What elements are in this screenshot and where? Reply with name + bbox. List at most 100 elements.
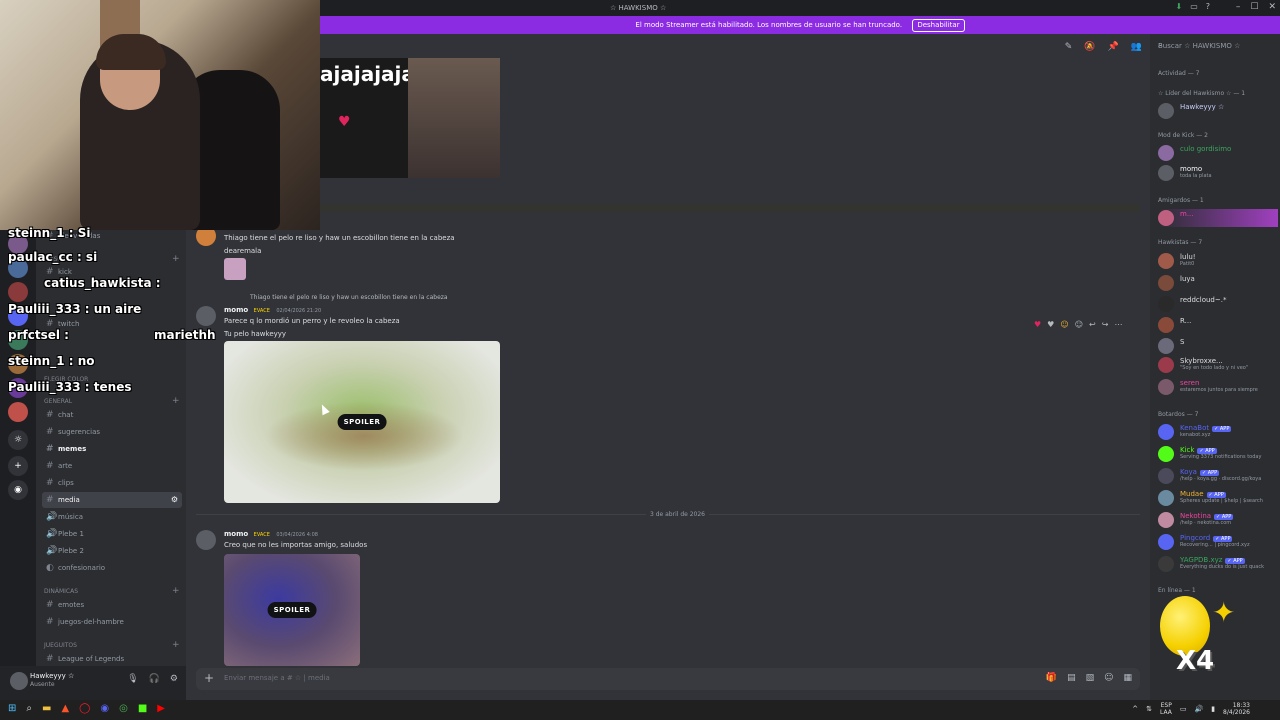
message-text: Creo que no les importas amigo, saludos	[224, 541, 368, 549]
discord-logo-icon[interactable]: ☼	[8, 430, 28, 450]
stream-chat-overlay: steinn_1 : Si paulac_cc : si catius_hawk…	[4, 224, 224, 404]
more-icon[interactable]: ⋯	[1114, 320, 1122, 329]
browser-icon[interactable]: ▲	[61, 703, 69, 714]
member-item[interactable]: S	[1158, 337, 1278, 355]
update-icon[interactable]: ⬇	[1175, 2, 1182, 11]
network-icon[interactable]: ⇅	[1146, 705, 1152, 713]
channel-header-icons: ✎ 🔕 📌 👥	[1065, 42, 1142, 52]
gif-icon[interactable]: ▤	[1067, 673, 1076, 683]
member-item[interactable]: luya	[1158, 274, 1278, 292]
heart-reaction-icon[interactable]: ♥	[1047, 320, 1054, 329]
message-author[interactable]: momo EVACE 02/04/2026 21:20	[224, 306, 321, 314]
youtube-icon[interactable]: ▶	[157, 703, 165, 714]
disable-streamer-button[interactable]: Deshabilitar	[912, 19, 965, 32]
threads-icon[interactable]: ✎	[1065, 42, 1073, 52]
windows-start-icon[interactable]: ⊞	[8, 703, 16, 714]
channel-plebe-2[interactable]: 🔊Plebe 2	[42, 543, 182, 559]
maximize-button[interactable]: ☐	[1250, 2, 1258, 12]
volume-icon[interactable]: 🔊	[1194, 705, 1203, 713]
star-icon: ✦	[1212, 596, 1236, 629]
spoiler-image[interactable]: SPOILER	[224, 341, 500, 503]
attach-plus-icon[interactable]: +	[204, 671, 214, 685]
notifications-muted-icon[interactable]: 🔕	[1084, 42, 1095, 52]
add-reaction-icon[interactable]: ☺	[1075, 320, 1083, 329]
search-input[interactable]: Buscar ☆ HAWKISMO ☆ ⌕	[1150, 40, 1280, 54]
member-item[interactable]: m...	[1158, 209, 1278, 227]
server-icon[interactable]	[8, 402, 28, 422]
inbox-icon[interactable]: ▭	[1190, 2, 1198, 11]
clock[interactable]: 18:33 8/4/2026	[1223, 702, 1250, 716]
channel-musica[interactable]: 🔊música	[42, 509, 182, 525]
member-item[interactable]: reddcloud~.*	[1158, 295, 1278, 313]
headphones-icon[interactable]: 🎧	[149, 674, 160, 684]
pin-icon[interactable]: 📌	[1108, 42, 1119, 52]
member-item[interactable]: Mudae ✓ APP Spheres update | $help | $sear…	[1158, 489, 1278, 507]
member-item[interactable]: Pingcord ✓ APP Recovering... | pingcord.xy…	[1158, 533, 1278, 551]
language-indicator[interactable]: ESP LAA	[1160, 702, 1172, 716]
close-button[interactable]: ✕	[1268, 2, 1276, 12]
channel-arte[interactable]: # arte	[42, 458, 182, 474]
message-author[interactable]: momo EVACE 03/04/2026 4:08	[224, 530, 318, 538]
monitor-icon[interactable]: ▭	[1180, 705, 1187, 713]
discord-icon[interactable]: ◉	[100, 703, 109, 714]
channel-sugerencias[interactable]: # sugerencias	[42, 424, 182, 440]
member-item[interactable]: R...	[1158, 316, 1278, 334]
member-item[interactable]: seren estaremos juntos para siempre	[1158, 378, 1278, 396]
hash-icon: #	[46, 617, 54, 627]
chrome-icon[interactable]: ◎	[119, 703, 128, 714]
mute-mic-icon[interactable]: 🎙	[127, 674, 138, 684]
avatar[interactable]	[196, 530, 216, 550]
member-item[interactable]: Nekotina ✓ APP/help · nekotina.com	[1158, 511, 1278, 529]
channel-clips[interactable]: # clips	[42, 475, 182, 491]
help-icon[interactable]: ?	[1206, 2, 1210, 11]
member-item[interactable]: YAGPDB.xyz ✓ APP Everything ducks do is ju…	[1158, 555, 1278, 573]
member-item[interactable]: Hawkeyyy ☆	[1158, 102, 1278, 120]
channel-juegos-del-hambre[interactable]: # juegos-del-hambre	[42, 614, 182, 630]
category-dinamicas[interactable]: DINÁMICAS +	[44, 586, 180, 596]
emoji-icon[interactable]: ☺	[1104, 673, 1113, 683]
member-item[interactable]: momo toda la plata	[1158, 164, 1278, 182]
member-item[interactable]: KenaBot ✓ APP kenabot.xyz	[1158, 423, 1278, 441]
heart-reaction-icon[interactable]: ♥	[1034, 320, 1041, 329]
apps-icon[interactable]: ▦	[1123, 673, 1132, 683]
opera-icon[interactable]: ◯	[79, 703, 90, 714]
spoiler-image[interactable]: SPOILER	[224, 554, 360, 666]
embedded-image[interactable]: ajajajaja ♥	[320, 58, 500, 178]
chevron-up-icon[interactable]: ^	[1132, 705, 1138, 713]
minimize-button[interactable]: –	[1236, 2, 1241, 12]
kick-icon[interactable]: ■	[138, 703, 147, 714]
explore-icon[interactable]: ◉	[8, 480, 28, 500]
member-item[interactable]: Kick ✓ APP Serving 3373 notifications toda…	[1158, 445, 1278, 463]
settings-gear-icon[interactable]: ⚙	[170, 674, 178, 684]
emoji-reaction-icon[interactable]: ☺	[1060, 320, 1068, 329]
channel-memes[interactable]: # memes	[42, 441, 182, 457]
forward-icon[interactable]: ↪	[1102, 320, 1109, 329]
member-item[interactable]: lulu! Patit0	[1158, 252, 1278, 270]
sticker-icon[interactable]: ▧	[1086, 673, 1095, 683]
add-channel-icon[interactable]: +	[172, 640, 180, 650]
member-item[interactable]: Koya ✓ APP/help · koya.gg · discord.gg/ko…	[1158, 467, 1278, 485]
gift-icon[interactable]: 🎁	[1046, 673, 1057, 683]
channel-emotes[interactable]: # emotes	[42, 597, 182, 613]
add-server-icon[interactable]: +	[8, 456, 28, 476]
title-icons: ⬇ ▭ ?	[1175, 2, 1210, 11]
sticker-image[interactable]	[224, 258, 246, 280]
message-composer[interactable]: + Enviar mensaje a # ☆ | media 🎁 ▤ ▧ ☺ ▦	[196, 668, 1140, 690]
channel-media[interactable]: # media ⚙	[42, 492, 182, 508]
channel-league-of-legends[interactable]: # League of Legends	[42, 651, 182, 666]
battery-icon[interactable]: ▮	[1211, 705, 1215, 713]
reply-preview[interactable]: Thiago tiene el pelo re liso y haw un es…	[250, 294, 448, 301]
reply-icon[interactable]: ↩	[1089, 320, 1096, 329]
settings-gear-icon[interactable]: ⚙	[171, 492, 178, 508]
add-channel-icon[interactable]: +	[172, 586, 180, 596]
channel-plebe-1[interactable]: 🔊Plebe 1	[42, 526, 182, 542]
file-explorer-icon[interactable]: ▬	[42, 703, 51, 714]
category-jueguitos[interactable]: JUEGUITOS +	[44, 640, 180, 650]
member-item[interactable]: Skybroxxe... "Soy en todo lado y ni veo"	[1158, 356, 1278, 374]
member-item[interactable]: culo gordisimo	[1158, 144, 1278, 162]
channel-chat[interactable]: # chat	[42, 407, 182, 423]
avatar[interactable]	[10, 672, 28, 690]
members-icon[interactable]: 👥	[1131, 42, 1142, 52]
channel-confesionario[interactable]: ◐ confesionario	[42, 560, 182, 576]
search-icon[interactable]: ⌕	[26, 703, 32, 714]
